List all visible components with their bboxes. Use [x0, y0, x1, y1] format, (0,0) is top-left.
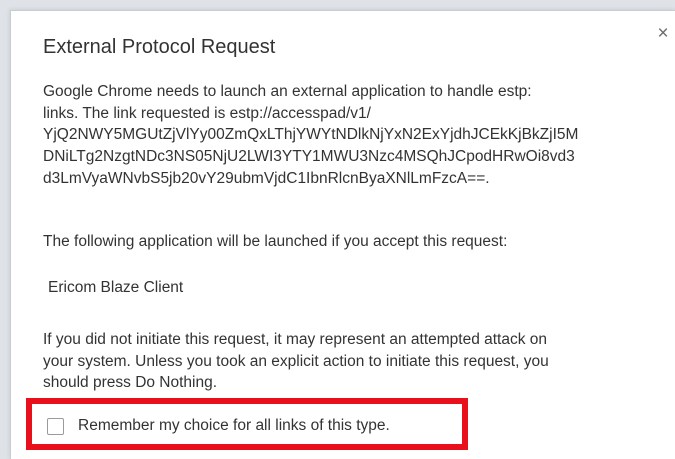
- protocol-message: Google Chrome needs to launch an externa…: [43, 81, 663, 190]
- security-warning: If you did not initiate this request, it…: [43, 329, 668, 394]
- message-line: d3LmVyaWNvbS5jb20vY29ubmVjdC1IbnRlcnByaX…: [43, 169, 490, 187]
- message-line: Google Chrome needs to launch an externa…: [43, 83, 532, 100]
- message-line: links. The link requested is estp://acce…: [43, 104, 371, 122]
- warning-line: should press Do Nothing.: [43, 374, 218, 392]
- dialog-title: External Protocol Request: [43, 36, 276, 58]
- screenshot-frame: × External Protocol Request Google Chrom…: [0, 0, 675, 459]
- application-name: Ericom Blaze Client: [48, 279, 184, 296]
- close-icon[interactable]: ×: [654, 24, 672, 43]
- warning-line: If you did not initiate this request, it…: [43, 331, 548, 348]
- external-protocol-dialog: × External Protocol Request Google Chrom…: [10, 10, 675, 459]
- message-line: DNiLTg2NzgtNDc3NS05NjU2LWI3YTY1MWU3Nzc4M…: [43, 148, 575, 166]
- warning-line: your system. Unless you took an explicit…: [43, 352, 549, 370]
- remember-choice-row[interactable]: Remember my choice for all links of this…: [47, 415, 390, 437]
- message-line: YjQ2NWY5MGUtZjVlYy00ZmQxLThjYWYtNDlkNjYx…: [43, 126, 579, 144]
- launch-prompt: The following application will be launch…: [43, 233, 508, 250]
- remember-choice-checkbox[interactable]: [47, 417, 64, 435]
- remember-choice-label[interactable]: Remember my choice for all links of this…: [78, 417, 390, 435]
